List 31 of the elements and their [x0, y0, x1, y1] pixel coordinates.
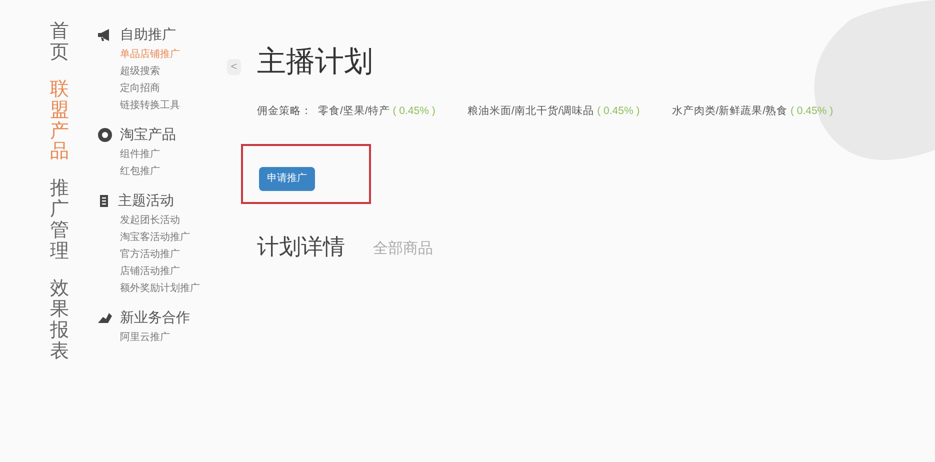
page-title: 主播计划 — [257, 45, 374, 80]
commission-entry: 零食/坚果/特产 ( 0.45% ) — [318, 104, 436, 119]
sidebar-group-title: 自助推广 — [120, 25, 176, 44]
sidebar-item[interactable]: 链接转换工具 — [120, 99, 227, 112]
sidebar-group-title: 淘宝产品 — [120, 125, 176, 144]
main-nav-item[interactable]: 效果报表 — [50, 278, 69, 362]
sidebar-item[interactable]: 官方活动推广 — [120, 248, 227, 261]
main-nav-item[interactable]: 首页 — [50, 22, 69, 64]
collapse-button[interactable]: < — [227, 59, 241, 75]
coin-icon — [97, 126, 113, 142]
sidebar-item[interactable]: 单品店铺推广 — [120, 48, 227, 61]
sidebar-item[interactable]: 红包推广 — [120, 165, 227, 178]
sidebar-item[interactable]: 额外奖励计划推广 — [120, 282, 227, 295]
sidebar-group-title: 新业务合作 — [120, 308, 190, 327]
list-icon — [97, 194, 111, 208]
sidebar-item[interactable]: 店铺活动推广 — [120, 265, 227, 278]
sidebar-item[interactable]: 定向招商 — [120, 82, 227, 95]
sidebar-item[interactable]: 发起团长活动 — [120, 214, 227, 227]
tab[interactable]: 全部商品 — [373, 238, 433, 263]
sidebar-item[interactable]: 超级搜索 — [120, 65, 227, 78]
main-nav-item[interactable]: 推广管理 — [50, 179, 69, 263]
sidebar-item[interactable]: 淘宝客活动推广 — [120, 231, 227, 244]
commission-entry: 水产肉类/新鲜蔬果/熟食 ( 0.45% ) — [672, 104, 834, 119]
tab[interactable]: 计划详情 — [257, 230, 345, 263]
sidebar-group-title: 主题活动 — [118, 191, 174, 210]
commission-entry: 粮油米面/南北干货/调味品 ( 0.45% ) — [467, 104, 640, 119]
sidebar-item[interactable]: 阿里云推广 — [120, 331, 227, 344]
commission-label: 佣金策略： — [257, 104, 312, 119]
main-nav-item[interactable]: 联盟产品 — [50, 80, 69, 164]
sidebar-item[interactable]: 组件推广 — [120, 148, 227, 161]
apply-button[interactable]: 申请推广 — [259, 166, 315, 191]
